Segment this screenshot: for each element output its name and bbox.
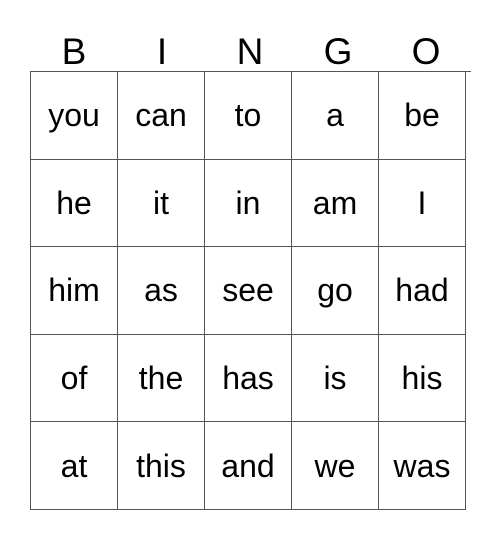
bingo-cell[interactable]: be <box>379 72 466 160</box>
bingo-cell[interactable]: has <box>205 334 292 423</box>
bingo-cell[interactable]: his <box>379 334 466 423</box>
bingo-header-row: B I N G O <box>30 22 470 71</box>
bingo-cell[interactable]: this <box>118 422 205 510</box>
bingo-cell[interactable]: am <box>292 159 379 248</box>
bingo-cell[interactable]: it <box>118 159 205 248</box>
bingo-cell[interactable]: you <box>31 72 118 160</box>
bingo-cell[interactable]: in <box>205 159 292 248</box>
bingo-cell[interactable]: a <box>292 72 379 160</box>
bingo-cell[interactable]: he <box>31 159 118 248</box>
bingo-row: of the has is his <box>31 334 471 423</box>
bingo-row: him as see go had <box>31 247 471 335</box>
bingo-row: at this and we was <box>31 422 471 510</box>
bingo-cell[interactable]: I <box>379 159 466 248</box>
bingo-row: you can to a be <box>31 72 471 160</box>
bingo-grid: you can to a be he it in am I him as see… <box>30 71 471 510</box>
bingo-cell[interactable]: was <box>379 422 466 510</box>
bingo-cell[interactable]: had <box>379 247 466 335</box>
bingo-cell[interactable]: and <box>205 422 292 510</box>
bingo-card: B I N G O you can to a be he it in am I … <box>30 22 471 510</box>
bingo-cell[interactable]: him <box>31 247 118 335</box>
bingo-cell[interactable]: we <box>292 422 379 510</box>
bingo-header-letter-i: I <box>156 31 168 72</box>
bingo-cell[interactable]: can <box>118 72 205 160</box>
bingo-cell[interactable]: as <box>118 247 205 335</box>
bingo-cell[interactable]: the <box>118 334 205 423</box>
bingo-header-letter-n: N <box>236 31 264 72</box>
bingo-cell[interactable]: is <box>292 334 379 423</box>
bingo-row: he it in am I <box>31 159 471 248</box>
bingo-cell[interactable]: go <box>292 247 379 335</box>
bingo-cell[interactable]: of <box>31 334 118 423</box>
bingo-header-letter-g: G <box>323 31 353 72</box>
bingo-header-letter-o: O <box>411 31 441 72</box>
bingo-cell[interactable]: see <box>205 247 292 335</box>
bingo-cell[interactable]: at <box>31 422 118 510</box>
bingo-cell[interactable]: to <box>205 72 292 160</box>
bingo-header-letter-b: B <box>61 31 87 72</box>
